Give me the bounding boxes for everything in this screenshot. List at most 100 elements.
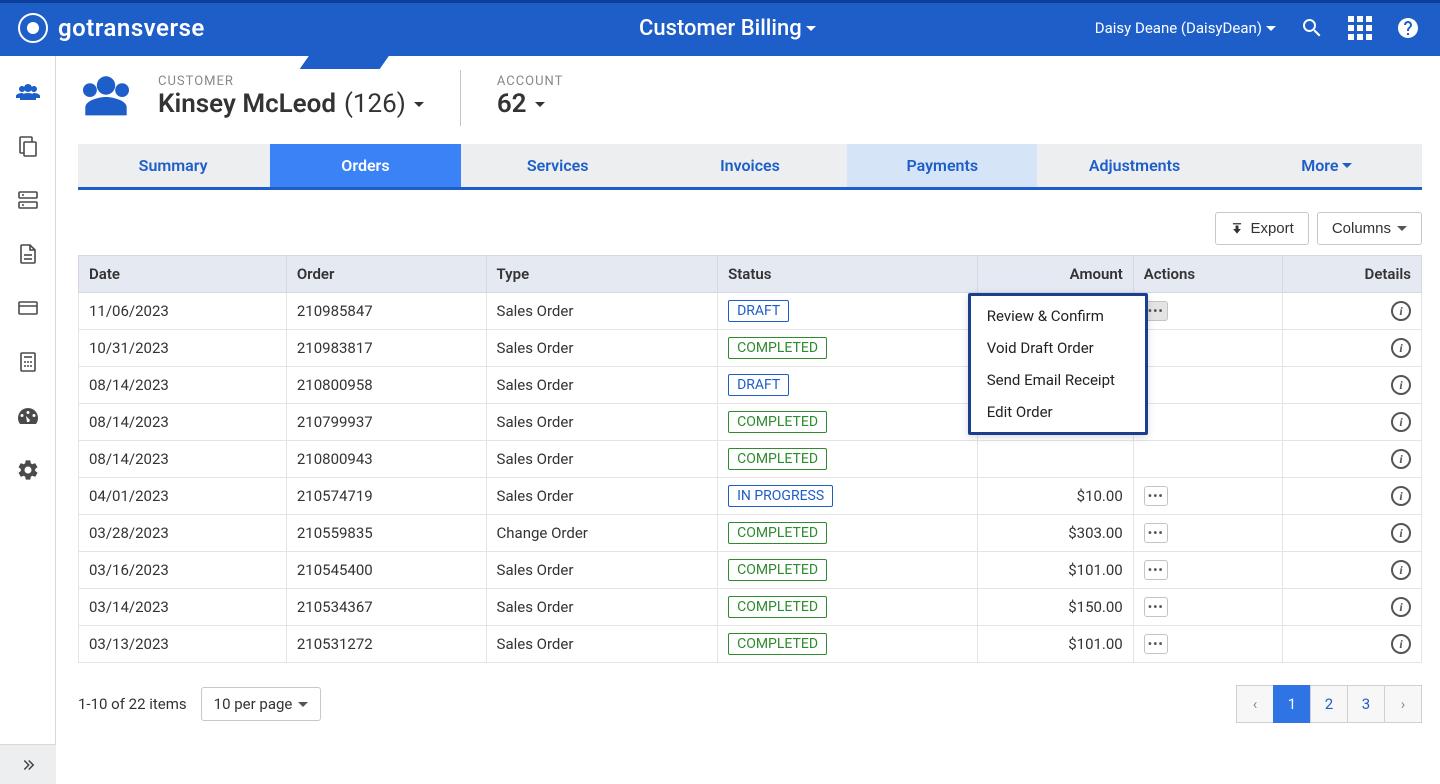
info-icon[interactable]: i	[1391, 449, 1411, 469]
cell-date: 03/28/2023	[79, 515, 287, 552]
cell-details: i	[1282, 404, 1421, 441]
user-menu[interactable]: Daisy Deane (DaisyDean)	[1095, 19, 1276, 37]
col-status[interactable]: Status	[718, 256, 978, 293]
gear-icon	[16, 458, 40, 482]
cell-amount: $10.00	[978, 478, 1134, 515]
info-icon[interactable]: i	[1391, 634, 1411, 654]
info-icon[interactable]: i	[1391, 486, 1411, 506]
cell-date: 08/14/2023	[79, 441, 287, 478]
sidebar-item-calculator[interactable]	[0, 338, 56, 386]
table-toolbar: Export Columns	[78, 212, 1422, 245]
module-title: Customer Billing	[639, 16, 802, 41]
tab-invoices[interactable]: Invoices	[655, 144, 845, 187]
tab-summary[interactable]: Summary	[78, 144, 268, 187]
row-actions-button[interactable]: •••	[1144, 523, 1168, 543]
cell-order: 210531272	[286, 626, 486, 663]
tab-services[interactable]: Services	[463, 144, 653, 187]
sidebar-item-payment[interactable]	[0, 284, 56, 332]
cell-amount: $101.00	[978, 552, 1134, 589]
account-number-dropdown[interactable]: 62	[497, 89, 564, 119]
row-actions-button[interactable]: •••	[1144, 560, 1168, 580]
row-menu-item[interactable]: Edit Order	[971, 396, 1145, 428]
status-badge: DRAFT	[728, 300, 789, 322]
col-amount[interactable]: Amount	[978, 256, 1134, 293]
row-menu-item[interactable]: Void Draft Order	[971, 332, 1145, 364]
info-icon[interactable]: i	[1391, 375, 1411, 395]
chevron-down-icon	[806, 26, 816, 31]
cell-status: COMPLETED	[718, 552, 978, 589]
col-date[interactable]: Date	[79, 256, 287, 293]
chevron-down-icon	[1266, 26, 1276, 31]
sidebar-item-dashboard[interactable]	[0, 392, 56, 440]
info-icon[interactable]: i	[1391, 597, 1411, 617]
cell-amount: $150.00	[978, 589, 1134, 626]
help-icon[interactable]	[1396, 16, 1420, 40]
info-icon[interactable]: i	[1391, 301, 1411, 321]
cell-date: 11/06/2023	[79, 293, 287, 330]
status-badge: COMPLETED	[728, 633, 827, 655]
cell-order: 210800943	[286, 441, 486, 478]
account-label: ACCOUNT	[497, 74, 564, 89]
row-actions-button[interactable]: •••	[1144, 634, 1168, 654]
info-icon[interactable]: i	[1391, 412, 1411, 432]
col-order[interactable]: Order	[286, 256, 486, 293]
customer-label: CUSTOMER	[158, 74, 424, 89]
sidebar-item-document[interactable]	[0, 230, 56, 278]
col-type[interactable]: Type	[486, 256, 718, 293]
cell-actions: •••	[1133, 589, 1282, 626]
cell-details: i	[1282, 552, 1421, 589]
cell-date: 08/14/2023	[79, 404, 287, 441]
page-1[interactable]: 1	[1273, 685, 1311, 723]
table-row: 03/28/2023 210559835 Change Order COMPLE…	[79, 515, 1422, 552]
top-header: gotransverse Customer Billing Daisy Dean…	[0, 0, 1440, 56]
cell-status: COMPLETED	[718, 626, 978, 663]
row-actions-button[interactable]: •••	[1144, 597, 1168, 617]
server-icon	[16, 188, 40, 212]
app-grid-icon[interactable]	[1348, 16, 1372, 40]
info-icon[interactable]: i	[1391, 338, 1411, 358]
page-3[interactable]: 3	[1347, 685, 1385, 723]
row-menu-item[interactable]: Send Email Receipt	[971, 364, 1145, 396]
row-actions-button[interactable]: •••	[1144, 486, 1168, 506]
cell-date: 03/14/2023	[79, 589, 287, 626]
customer-name-dropdown[interactable]: Kinsey McLeod (126)	[158, 89, 424, 119]
cell-status: COMPLETED	[718, 404, 978, 441]
sidebar-item-server[interactable]	[0, 176, 56, 224]
per-page-select[interactable]: 10 per page	[201, 687, 322, 721]
tab-adjustments[interactable]: Adjustments	[1039, 144, 1229, 187]
download-icon	[1230, 222, 1244, 236]
sidebar-expand[interactable]	[0, 744, 56, 784]
info-icon[interactable]: i	[1391, 560, 1411, 580]
cell-status: DRAFT	[718, 367, 978, 404]
table-row: 08/14/2023 210799937 Sales Order COMPLET…	[79, 404, 1422, 441]
cell-type: Sales Order	[486, 441, 718, 478]
cell-actions: •••	[1133, 552, 1282, 589]
page-next[interactable]: ›	[1384, 685, 1422, 723]
info-icon[interactable]: i	[1391, 523, 1411, 543]
sidebar-item-settings[interactable]	[0, 446, 56, 494]
table-row: 08/14/2023 210800943 Sales Order COMPLET…	[79, 441, 1422, 478]
brand-logo[interactable]: gotransverse	[0, 13, 360, 43]
sidebar-item-customers[interactable]	[0, 68, 56, 116]
document-icon	[16, 242, 40, 266]
main-content: CUSTOMER Kinsey McLeod (126) ACCOUNT 62 …	[56, 56, 1440, 784]
status-badge: DRAFT	[728, 374, 789, 396]
cell-order: 210559835	[286, 515, 486, 552]
per-page-label: 10 per page	[214, 695, 293, 713]
tab-payments[interactable]: Payments	[847, 144, 1037, 187]
page-2[interactable]: 2	[1310, 685, 1348, 723]
export-button[interactable]: Export	[1215, 212, 1308, 245]
page-prev[interactable]: ‹	[1236, 685, 1274, 723]
table-row: 10/31/2023 210983817 Sales Order COMPLET…	[79, 330, 1422, 367]
module-title-dropdown[interactable]: Customer Billing	[360, 16, 1095, 41]
brand-text: gotransverse	[58, 14, 205, 42]
sidebar-item-copy[interactable]	[0, 122, 56, 170]
search-icon[interactable]	[1300, 16, 1324, 40]
tab-more[interactable]: More	[1232, 144, 1422, 187]
row-menu-item[interactable]: Review & Confirm	[971, 300, 1145, 332]
tab-orders[interactable]: Orders	[270, 144, 460, 187]
cell-details: i	[1282, 589, 1421, 626]
columns-button[interactable]: Columns	[1317, 212, 1422, 245]
cell-actions: •••	[1133, 515, 1282, 552]
cell-actions	[1133, 404, 1282, 441]
